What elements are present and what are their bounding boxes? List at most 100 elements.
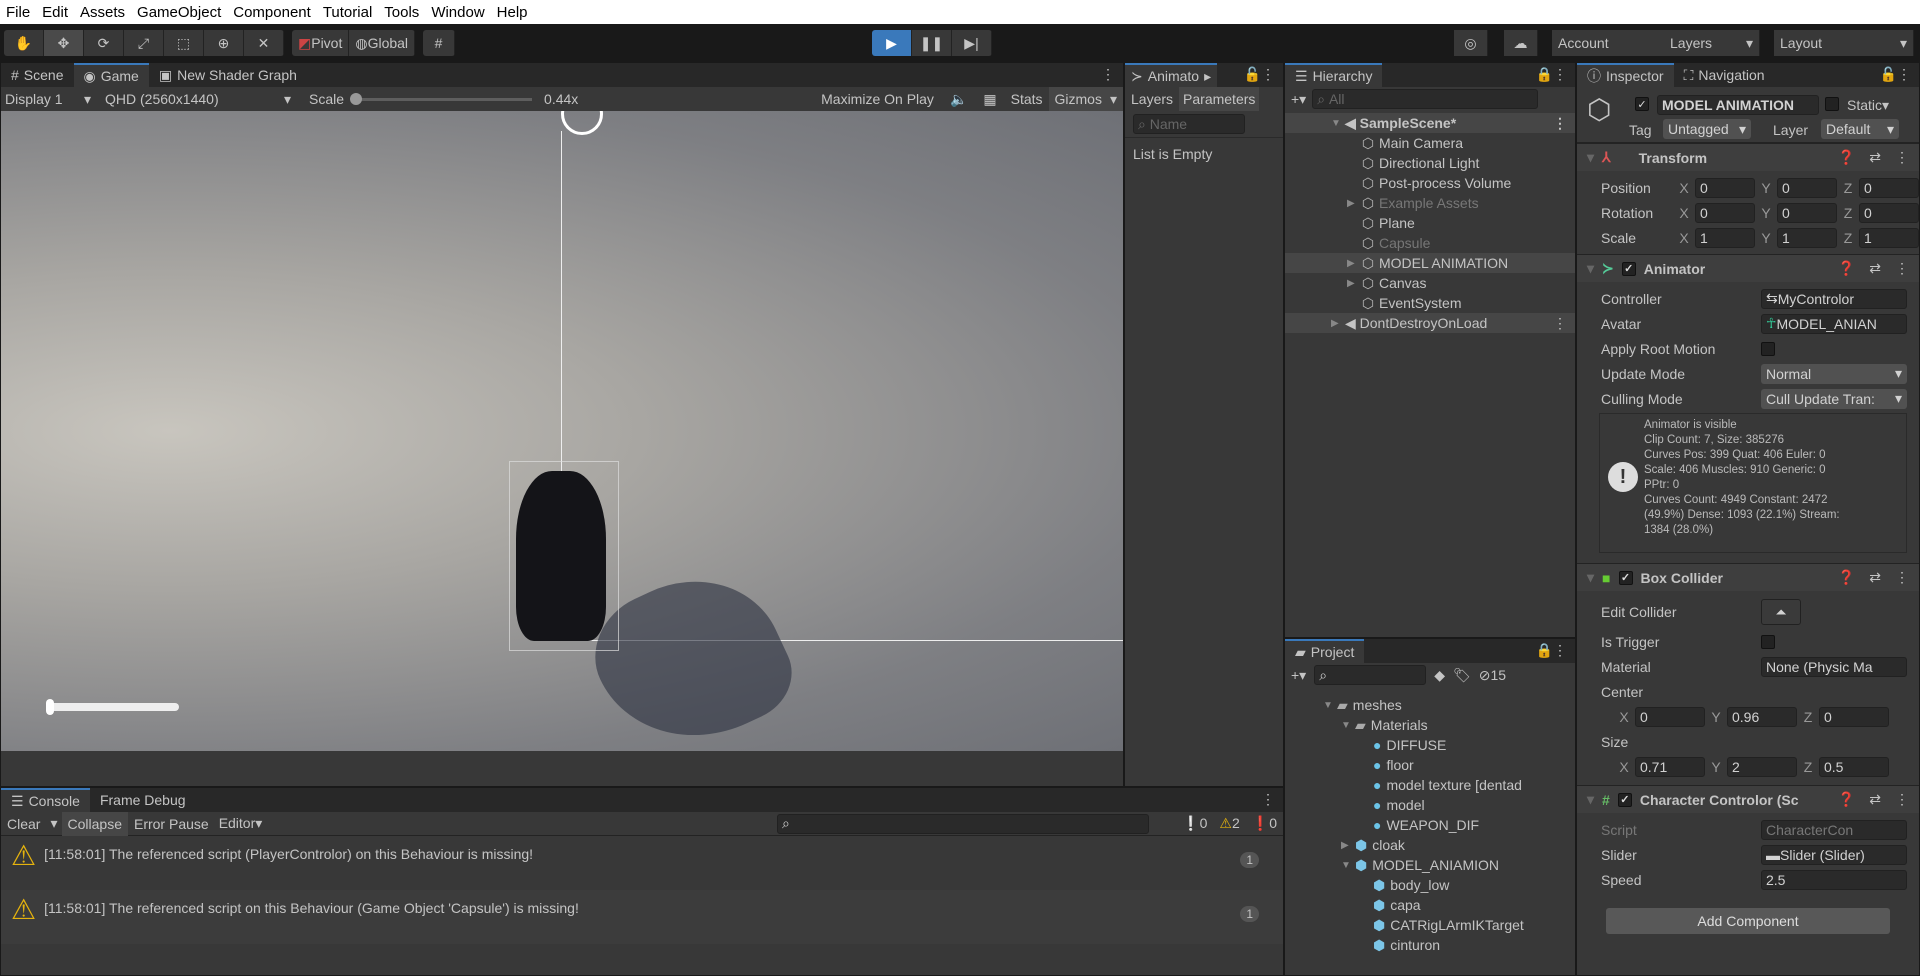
clear-button[interactable]: Clear	[1, 816, 46, 832]
layout-dropdown[interactable]: Layout ▾	[1774, 30, 1914, 56]
project-item[interactable]: ● floor	[1285, 755, 1575, 775]
scene-root[interactable]: ▼ ◀ SampleScene* ⋮	[1285, 113, 1575, 133]
speed-field[interactable]: 2.5	[1761, 869, 1907, 890]
edit-collider-button[interactable]: ⏶	[1761, 599, 1801, 625]
rect-icon[interactable]: ⬚	[164, 30, 204, 56]
menu-gameobject[interactable]: GameObject	[137, 4, 221, 21]
log-entry[interactable]: ⚠ [11:58:01] The referenced script on thi…	[1, 890, 1283, 944]
static-checkbox[interactable]	[1825, 97, 1839, 111]
transform-header[interactable]: ▾ ⅄ Transform ❓ ⇄ ⋮	[1577, 143, 1919, 171]
hierarchy-search[interactable]: ⌕ All	[1312, 89, 1539, 109]
controller-field[interactable]: ⇆ MyControlor	[1761, 288, 1907, 309]
hierarchy-item[interactable]: ⬡ Directional Light	[1285, 153, 1575, 173]
layers-tab[interactable]: Layers	[1125, 91, 1179, 107]
more-icon[interactable]: ⋮	[1895, 569, 1909, 586]
lock-icon[interactable]: 🔒	[1536, 66, 1553, 83]
parameters-tab[interactable]: Parameters	[1179, 87, 1260, 111]
lock-icon[interactable]: 🔒	[1536, 642, 1553, 659]
pause-button[interactable]: ❚❚	[912, 30, 952, 56]
material-field[interactable]: None (Physic Ma	[1761, 656, 1907, 677]
active-checkbox[interactable]: ✓	[1635, 97, 1649, 111]
tab-animator[interactable]: ≻ Animato ▸	[1125, 63, 1218, 87]
x-field[interactable]: 0	[1695, 177, 1755, 198]
collab-icon[interactable]: ◎	[1454, 30, 1488, 56]
log-entry[interactable]: ⚠ [11:58:01] The referenced script (Playe…	[1, 836, 1283, 890]
tab-game[interactable]: ◉ Game	[73, 63, 149, 87]
add-icon[interactable]: +▾	[1291, 91, 1306, 108]
avatar-field[interactable]: ☥ MODEL_ANIAN	[1761, 313, 1907, 334]
project-item[interactable]: ⬢ CATRigLArmIKTarget	[1285, 915, 1575, 935]
filter-by-type-icon[interactable]: ◆	[1434, 667, 1445, 684]
display-dropdown[interactable]: Display 1 ▾	[1, 91, 97, 108]
move-icon[interactable]: ✥	[44, 30, 84, 56]
animator-enabled-checkbox[interactable]: ✓	[1621, 261, 1636, 276]
menu-component[interactable]: Component	[233, 4, 311, 21]
chevron-down-icon[interactable]: ▼	[1341, 720, 1355, 731]
hierarchy-item[interactable]: ▶ ⬡ Example Assets	[1285, 193, 1575, 213]
more-icon[interactable]: ⋮	[1261, 791, 1275, 808]
filter-by-label-icon[interactable]: 🏷	[1453, 667, 1471, 684]
game-viewport[interactable]	[1, 111, 1123, 751]
transform-icon[interactable]: ⊕	[204, 30, 244, 56]
chevron-right-icon[interactable]: ▶	[1347, 278, 1361, 289]
scale-slider[interactable]	[350, 92, 533, 105]
project-item[interactable]: ● WEAPON_DIF	[1285, 815, 1575, 835]
error-pause-toggle[interactable]: Error Pause	[128, 816, 215, 832]
pivot-button[interactable]: ◩ Pivot	[292, 30, 350, 56]
preset-icon[interactable]: ⇄	[1869, 260, 1881, 277]
x-field[interactable]: 0	[1695, 202, 1755, 223]
preset-icon[interactable]: ⇄	[1869, 569, 1881, 586]
chevron-right-icon[interactable]: ▶	[1341, 840, 1355, 851]
maximize-on-play-toggle[interactable]: Maximize On Play	[813, 91, 942, 107]
size-z-field[interactable]: 0.5	[1819, 756, 1889, 777]
center-z-field[interactable]: 0	[1819, 706, 1889, 727]
tab-project[interactable]: ▰ Project	[1285, 639, 1365, 663]
tab-navigation[interactable]: ⛶ Navigation	[1674, 63, 1775, 87]
y-field[interactable]: 0	[1777, 202, 1837, 223]
editor-dropdown[interactable]: Editor▾	[215, 815, 267, 832]
more-icon[interactable]: ⋮	[1101, 66, 1115, 83]
size-y-field[interactable]: 2	[1727, 756, 1797, 777]
more-icon[interactable]: ⋮	[1895, 791, 1909, 808]
project-tree[interactable]: ▼ ▰ meshes ▼ ▰ Materials ● DIFFUSE ● floor ● model …	[1285, 687, 1575, 957]
hierarchy-item[interactable]: ▶ ⬡ Canvas	[1285, 273, 1575, 293]
script-enabled-checkbox[interactable]: ✓	[1617, 792, 1632, 807]
more-icon[interactable]: ⋮	[1553, 642, 1567, 659]
object-name-field[interactable]: MODEL ANIMATION	[1657, 95, 1819, 115]
hierarchy-item[interactable]: ⬡ Post-process Volume	[1285, 173, 1575, 193]
more-icon[interactable]: ⋮	[1895, 260, 1909, 277]
z-field[interactable]: 0	[1859, 202, 1919, 223]
tab-inspector[interactable]: ⓘ Inspector	[1577, 63, 1674, 87]
box-collider-header[interactable]: ▾ ■ ✓ Box Collider ❓ ⇄ ⋮	[1577, 563, 1919, 591]
menu-file[interactable]: File	[6, 4, 30, 21]
project-item[interactable]: ▶ ⬢ cloak	[1285, 835, 1575, 855]
project-item[interactable]: ▼ ▰ Materials	[1285, 715, 1575, 735]
gizmos-toggle[interactable]: Gizmos ▾	[1048, 87, 1123, 111]
clear-options-dropdown[interactable]: ▾	[46, 815, 61, 832]
hierarchy-item[interactable]: ⬡ Main Camera	[1285, 133, 1575, 153]
preset-icon[interactable]: ⇄	[1869, 149, 1881, 166]
scale-icon[interactable]: ⤢	[124, 30, 164, 56]
stats-toggle[interactable]: Stats	[1005, 91, 1049, 107]
layer-dropdown[interactable]: Default ▾	[1821, 119, 1899, 139]
project-item[interactable]: ▼ ▰ meshes	[1285, 695, 1575, 715]
menu-tools[interactable]: Tools	[384, 4, 419, 21]
project-search[interactable]: ⌕	[1314, 665, 1427, 685]
layers-dropdown[interactable]: Layers ▾	[1664, 30, 1760, 56]
hierarchy-item[interactable]: ⬡ EventSystem	[1285, 293, 1575, 313]
project-item[interactable]: ⬢ capa	[1285, 895, 1575, 915]
project-item[interactable]: ▼ ⬢ MODEL_ANIAMION	[1285, 855, 1575, 875]
global-button[interactable]: ◍ Global	[349, 30, 416, 56]
error-filter-toggle[interactable]: ❗0	[1252, 815, 1277, 832]
project-item[interactable]: ● DIFFUSE	[1285, 735, 1575, 755]
chevron-right-icon[interactable]: ▶	[1347, 198, 1361, 209]
project-item[interactable]: ⬢ cinturon	[1285, 935, 1575, 955]
tab-hierarchy[interactable]: ☰ Hierarchy	[1285, 63, 1383, 87]
ui-slider[interactable]	[46, 699, 179, 715]
menu-tutorial[interactable]: Tutorial	[323, 4, 372, 21]
hand-icon[interactable]: ✋	[4, 30, 44, 56]
chevron-right-icon[interactable]: ▶	[1347, 258, 1361, 269]
chevron-down-icon[interactable]: ▼	[1323, 700, 1337, 711]
animator-header[interactable]: ▾ ≻ ✓ Animator ❓ ⇄ ⋮	[1577, 254, 1919, 282]
scale-slider-thumb[interactable]	[350, 92, 363, 105]
